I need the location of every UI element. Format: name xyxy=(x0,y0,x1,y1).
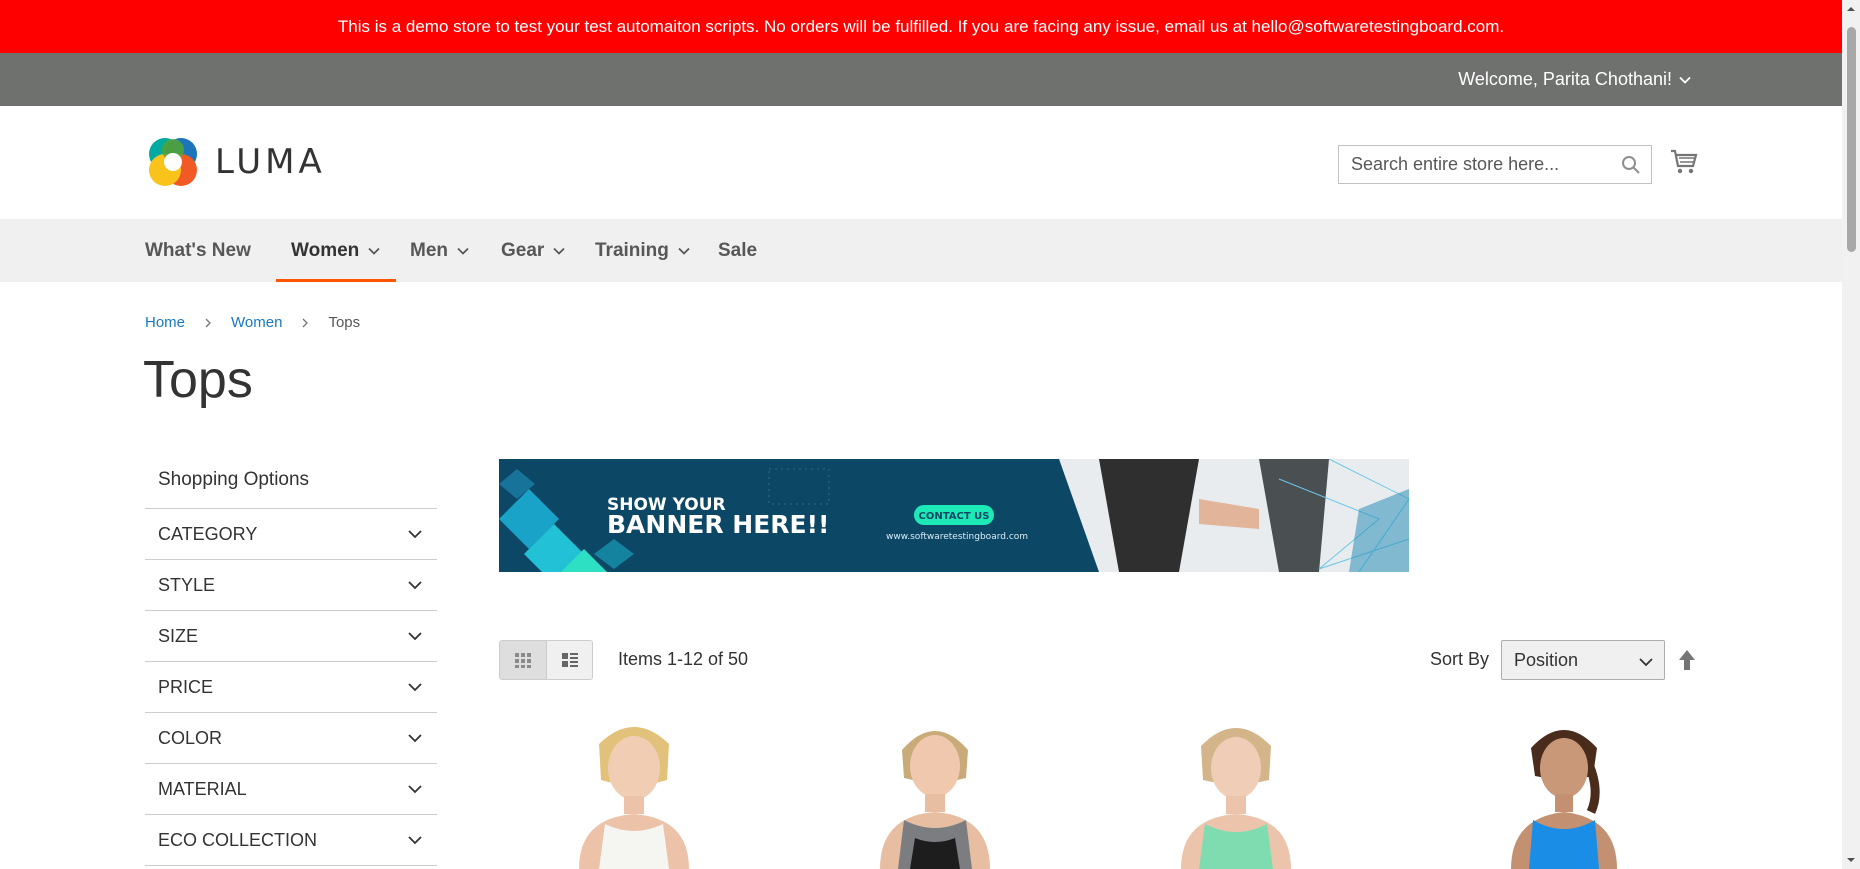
breadcrumb: Home Women Tops xyxy=(145,314,360,331)
nav-item-label: Men xyxy=(410,239,448,261)
search-box xyxy=(1338,145,1652,184)
product-image xyxy=(1141,720,1331,869)
filter-price[interactable]: PRICE xyxy=(145,662,437,713)
chevron-down-icon xyxy=(408,836,422,845)
nav-item-label: Gear xyxy=(501,239,545,261)
chevron-down-icon xyxy=(368,247,380,255)
view-mode-switcher xyxy=(499,640,593,680)
banner-cta: CONTACT US xyxy=(919,511,990,522)
banner-artwork: SHOW YOUR BANNER HERE!! CONTACT US www.s… xyxy=(499,459,1409,572)
product-item[interactable] xyxy=(840,720,1030,869)
product-item[interactable] xyxy=(1141,720,1331,869)
scroll-up-arrow-icon[interactable] xyxy=(1846,4,1856,14)
filter-label: COLOR xyxy=(158,727,223,748)
filter-label: CATEGORY xyxy=(158,523,258,544)
demo-notice-bar: This is a demo store to test your test a… xyxy=(0,0,1842,53)
chevron-down-icon xyxy=(408,632,422,641)
filter-material[interactable]: MATERIAL xyxy=(145,764,437,815)
nav-item-whats-new[interactable]: What's New xyxy=(145,219,251,282)
page-title: Tops xyxy=(143,351,253,409)
nav-item-label: What's New xyxy=(145,239,251,261)
filter-eco-collection[interactable]: ECO COLLECTION xyxy=(145,815,437,866)
filter-size[interactable]: SIZE xyxy=(145,611,437,662)
chevron-right-icon xyxy=(205,318,211,327)
scrollbar-thumb[interactable] xyxy=(1847,27,1856,252)
product-item[interactable] xyxy=(539,720,729,869)
vertical-scrollbar[interactable] xyxy=(1842,0,1860,869)
nav-item-sale[interactable]: Sale xyxy=(718,219,757,282)
main-navigation: What's New Women Men Gear Training Sale xyxy=(0,219,1842,282)
customer-welcome-menu[interactable]: Welcome, Parita Chothani! xyxy=(1458,69,1692,90)
sort-by-select[interactable]: Position xyxy=(1501,640,1665,680)
nav-item-label: Women xyxy=(291,239,360,261)
logo[interactable]: LUMA xyxy=(145,134,326,190)
filter-color[interactable]: COLOR xyxy=(145,713,437,764)
product-grid xyxy=(499,720,1699,869)
chevron-right-icon xyxy=(302,318,309,327)
breadcrumb-home-link[interactable]: Home xyxy=(145,314,185,331)
chevron-down-icon xyxy=(408,734,422,743)
breadcrumb-current: Tops xyxy=(328,314,361,331)
search-icon[interactable] xyxy=(1621,155,1641,175)
grid-view-button[interactable] xyxy=(500,641,546,679)
shopping-options-sidebar: Shopping Options CATEGORY STYLE SIZE PRI… xyxy=(145,455,437,866)
toolbar-amount: Items 1-12 of 50 xyxy=(618,649,749,669)
grid-icon xyxy=(515,653,531,668)
banner-url: www.softwaretestingboard.com xyxy=(886,532,1028,542)
filter-label: ECO COLLECTION xyxy=(158,829,318,850)
filter-style[interactable]: STYLE xyxy=(145,560,437,611)
nav-item-women[interactable]: Women xyxy=(275,219,397,282)
filter-label: MATERIAL xyxy=(158,778,247,799)
filter-category[interactable]: CATEGORY xyxy=(145,509,437,560)
logo-text: LUMA xyxy=(215,142,326,182)
chevron-down-icon xyxy=(408,581,422,590)
chevron-down-icon xyxy=(408,785,422,794)
scroll-down-arrow-icon[interactable] xyxy=(1846,855,1856,865)
chevron-down-icon xyxy=(408,683,422,692)
sort-by-value: Position xyxy=(1514,649,1579,670)
nav-item-label: Training xyxy=(595,239,669,261)
chevron-down-icon xyxy=(553,247,565,255)
list-icon xyxy=(561,653,578,667)
product-image xyxy=(1469,720,1659,869)
nav-item-training[interactable]: Training xyxy=(595,219,691,282)
cart-icon[interactable] xyxy=(1670,148,1698,176)
chevron-down-icon xyxy=(1639,658,1653,667)
filter-label: STYLE xyxy=(158,574,216,595)
luma-logo-icon xyxy=(149,138,197,186)
panel-header: Welcome, Parita Chothani! xyxy=(0,53,1842,106)
sort-direction-arrow-icon[interactable] xyxy=(1676,648,1698,672)
nav-item-men[interactable]: Men xyxy=(410,219,470,282)
product-image xyxy=(539,720,729,869)
chevron-down-icon xyxy=(408,530,422,539)
product-image xyxy=(840,720,1030,869)
page-header: LUMA xyxy=(0,106,1842,219)
products-toolbar: Items 1-12 of 50 Sort By Position xyxy=(499,640,1699,680)
filter-label: PRICE xyxy=(158,676,214,697)
nav-item-gear[interactable]: Gear xyxy=(501,219,566,282)
nav-item-label: Sale xyxy=(718,239,758,261)
sort-by-label: Sort By xyxy=(1430,649,1490,669)
shopping-options-title: Shopping Options xyxy=(145,455,437,509)
breadcrumb-women-link[interactable]: Women xyxy=(231,314,282,331)
demo-notice-text: This is a demo store to test your test a… xyxy=(337,16,1505,36)
list-view-button[interactable] xyxy=(546,641,592,679)
banner-line2: BANNER HERE!! xyxy=(607,510,829,539)
product-item[interactable] xyxy=(1469,720,1659,869)
search-input[interactable] xyxy=(1339,146,1609,183)
chevron-down-icon xyxy=(1679,76,1691,84)
filter-label: SIZE xyxy=(158,625,199,646)
promo-banner[interactable]: SHOW YOUR BANNER HERE!! CONTACT US www.s… xyxy=(499,459,1409,572)
welcome-text: Welcome, Parita Chothani! xyxy=(1458,69,1672,89)
chevron-down-icon xyxy=(457,247,469,255)
chevron-down-icon xyxy=(678,247,690,255)
